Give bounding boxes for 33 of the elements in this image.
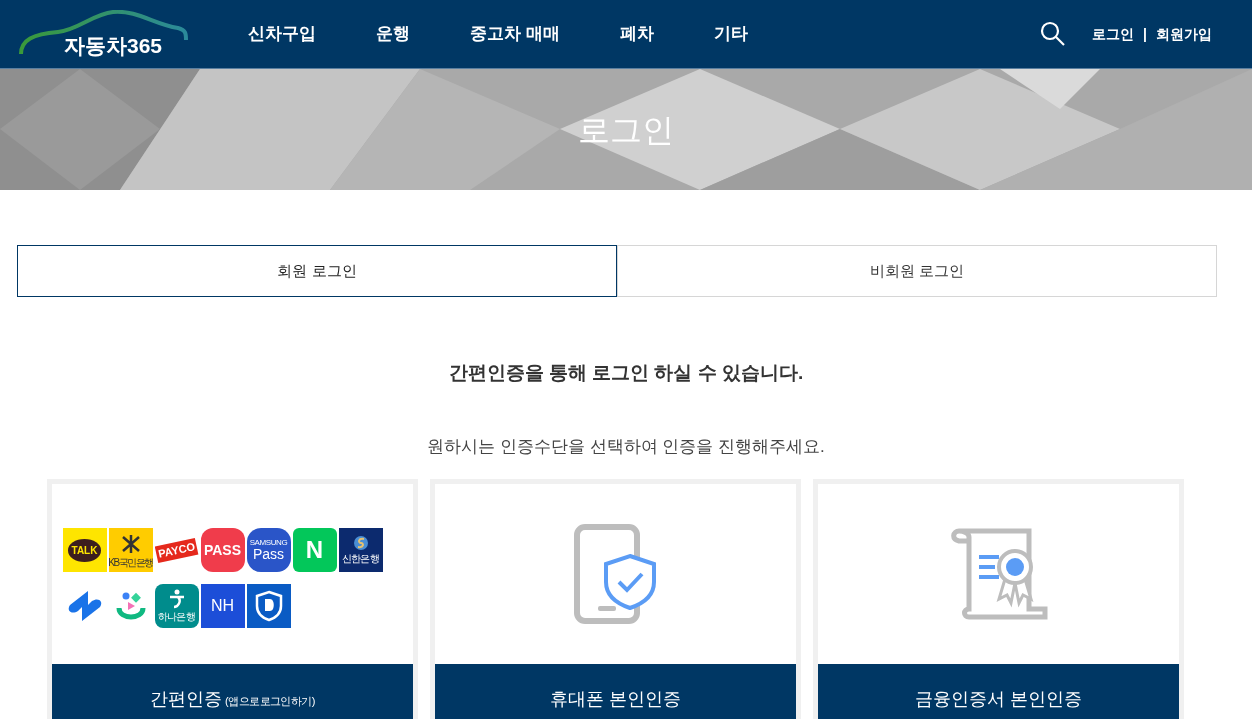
signup-link[interactable]: 회원가입: [1156, 23, 1212, 45]
instruction-text: 원하시는 인증수단을 선택하여 인증을 진행해주세요.: [426, 435, 826, 458]
hana-bank-logo: 하나은행: [154, 584, 199, 628]
card-title: 금융인증서 본인인증: [915, 687, 1082, 711]
tab[interactable]: 비회원 로그인: [617, 245, 1217, 297]
car-outline-icon: [18, 10, 188, 56]
nh-bank-logo: NH: [200, 584, 245, 628]
nav-item[interactable]: 운행: [376, 21, 410, 47]
separator: |: [1143, 24, 1147, 44]
heading: 간편인증을 통해 로그인 하실 수 있습니다.: [447, 361, 805, 385]
card-title: 휴대폰 본인인증: [550, 687, 681, 711]
search-icon[interactable]: [1040, 21, 1067, 47]
nav-item[interactable]: 기타: [713, 21, 748, 47]
card-note: (앱으로로그인하기): [225, 693, 315, 709]
kakaotalk-logo: TALK: [62, 528, 107, 572]
certificate-icon: [948, 527, 1049, 621]
naver-logo: N: [292, 528, 337, 572]
phone-shield-icon: [573, 524, 658, 624]
auth-card[interactable]: 휴대폰 본인인증: [430, 479, 801, 719]
login-link[interactable]: 로그인: [1092, 23, 1135, 45]
samsung-pass-logo: SAMSUNG Pass: [246, 528, 291, 572]
shinhan-bank-logo: 신한은행: [338, 528, 383, 572]
tab[interactable]: 회원 로그인: [17, 245, 617, 297]
card-title: 간편인증: [150, 687, 223, 711]
page-title: 로그인: [578, 110, 674, 150]
kb-bank-logo: KB국민은행: [108, 528, 153, 572]
shield-logo: [246, 584, 291, 628]
auth-card[interactable]: 금융인증서 본인인증: [813, 479, 1184, 719]
site-logo[interactable]: 자동차365: [64, 30, 163, 62]
nav-item[interactable]: 폐차: [619, 21, 654, 47]
nav-item[interactable]: 중고차 매매: [470, 21, 560, 47]
nav-item[interactable]: 신차구입: [248, 21, 316, 47]
pass-logo: PASS: [200, 528, 245, 572]
